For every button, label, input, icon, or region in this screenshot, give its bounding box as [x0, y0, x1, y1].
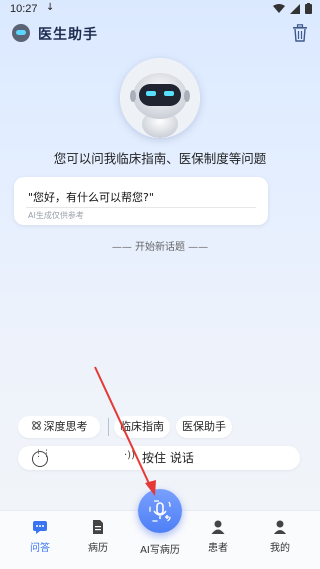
- voice-input-bar[interactable]: ·)) 按住 说话: [18, 446, 300, 470]
- greeting-bubble: "您好，有什么可以帮您?" AI生成仅供参考: [14, 177, 268, 225]
- tab-records[interactable]: 病历: [78, 519, 118, 554]
- ai-record-button[interactable]: [138, 489, 182, 533]
- tab-mine-label: 我的: [270, 543, 290, 554]
- insurance-assistant-chip[interactable]: 医保助手: [176, 416, 232, 438]
- page-title: 医生助手: [38, 27, 98, 43]
- status-time: 10:27: [10, 3, 38, 15]
- tab-mine[interactable]: 我的: [260, 519, 300, 554]
- clinical-guide-chip[interactable]: 临床指南: [114, 416, 170, 438]
- status-bar: 10:27 ↓: [0, 0, 320, 20]
- deep-think-chip[interactable]: 深度思考: [18, 416, 100, 438]
- atom-icon: [31, 421, 41, 430]
- bubble-divider: [26, 207, 256, 208]
- download-notification-icon: ↓: [46, 2, 55, 13]
- assistant-avatar: [120, 58, 200, 138]
- chat-icon: [33, 521, 47, 534]
- signal-icon: [290, 3, 300, 14]
- app-header: 医生助手: [0, 20, 320, 48]
- chip-divider: [108, 418, 109, 436]
- status-icons: [273, 3, 312, 14]
- trash-icon[interactable]: [292, 24, 308, 42]
- tab-qa-label: 问答: [30, 543, 50, 554]
- insurance-assistant-label: 医保助手: [182, 420, 226, 433]
- battery-icon: [305, 3, 312, 14]
- new-topic-divider: —— 开始新话题 ——: [111, 242, 209, 253]
- patients-icon: [211, 520, 225, 534]
- microphone-icon: [149, 500, 171, 522]
- clinical-guide-label: 临床指南: [120, 420, 164, 433]
- tab-patients-label: 患者: [208, 543, 228, 554]
- push-to-talk-label: 按住 说话: [142, 451, 194, 465]
- ai-record-label: AI写病历: [140, 545, 180, 556]
- tab-patients[interactable]: 患者: [198, 519, 238, 554]
- tab-records-label: 病历: [88, 543, 108, 554]
- voice-wave-icon: ·)): [124, 450, 135, 461]
- keyboard-icon[interactable]: [32, 449, 50, 467]
- ai-disclaimer: AI生成仅供参考: [28, 211, 84, 220]
- user-icon: [274, 520, 286, 534]
- robot-icon: [120, 58, 200, 138]
- wifi-icon: [273, 3, 285, 13]
- tab-qa[interactable]: 问答: [20, 519, 60, 554]
- greeting-message: "您好，有什么可以帮您?": [28, 191, 154, 204]
- deep-think-label: 深度思考: [43, 420, 88, 433]
- document-icon: [93, 520, 103, 534]
- intro-text: 您可以问我临床指南、医保制度等问题: [53, 151, 267, 166]
- robot-logo-icon: [12, 24, 30, 42]
